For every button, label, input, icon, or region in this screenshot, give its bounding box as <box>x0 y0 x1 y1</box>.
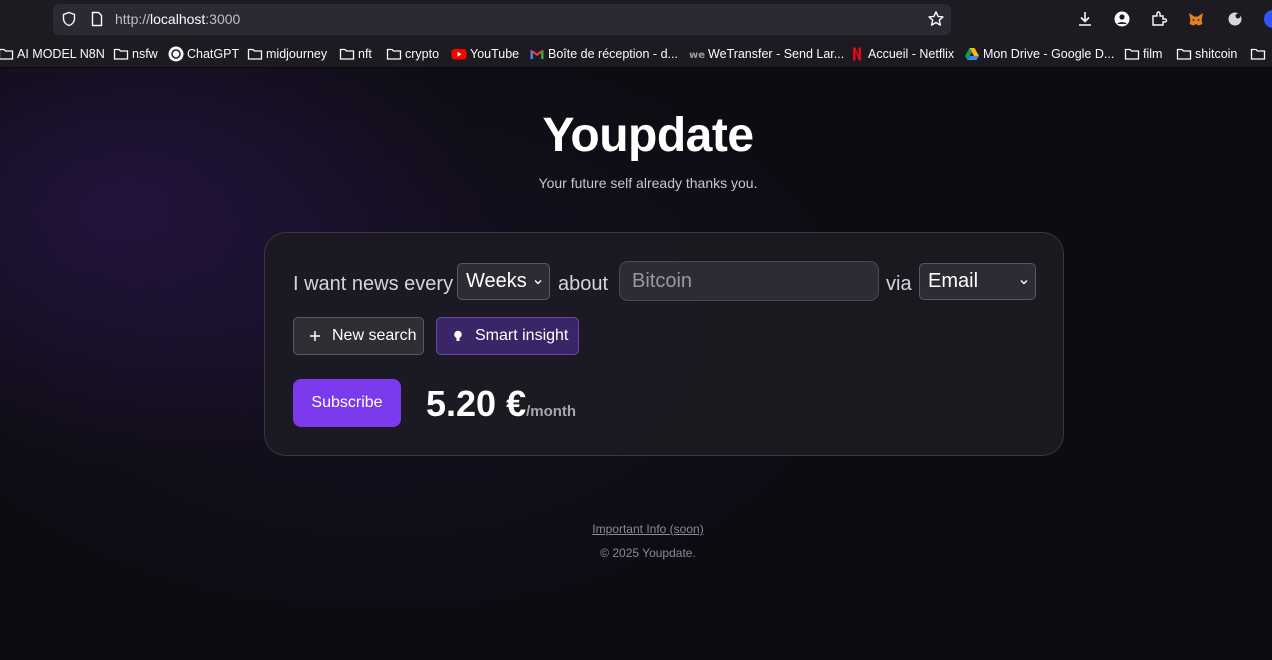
extensions-icon[interactable] <box>1150 10 1168 28</box>
about-label: about <box>558 273 609 295</box>
metamask-icon[interactable] <box>1187 10 1205 28</box>
shield-icon[interactable] <box>61 11 77 27</box>
subscription-card: I want news every Weeks about Bitcoin vi… <box>264 232 1064 456</box>
subscribe-button[interactable]: Subscribe <box>293 379 401 427</box>
youtube-icon <box>451 49 467 60</box>
url-port: :3000 <box>205 11 241 27</box>
bookmark-label: Accueil - Netflix <box>868 47 955 61</box>
folder-icon <box>247 48 263 60</box>
wetransfer-icon: we <box>689 50 705 61</box>
chatgpt-icon <box>168 46 184 62</box>
bookmark-label: Boîte de réception - d... <box>548 47 678 61</box>
netflix-icon <box>853 47 861 61</box>
bookmark-gmail[interactable]: Boîte de réception - d... <box>529 45 678 63</box>
bookmark-overflow[interactable] <box>1250 45 1269 63</box>
frequency-select[interactable]: Weeks <box>457 263 550 300</box>
bookmark-netflix[interactable]: Accueil - Netflix <box>849 45 954 63</box>
bookmark-ai-model-n8n[interactable]: AI MODEL N8N <box>0 45 105 63</box>
price-period: /month <box>526 403 577 420</box>
bookmark-label: nsfw <box>132 47 158 61</box>
bookmark-star-icon[interactable] <box>927 10 945 28</box>
bookmark-label: midjourney <box>266 47 328 61</box>
bookmark-label: shitcoin <box>1195 47 1238 61</box>
bookmark-midjourney[interactable]: midjourney <box>247 45 327 63</box>
subscribe-label: Subscribe <box>311 394 383 411</box>
browser-toolbar: http://localhost:3000 <box>0 0 1272 40</box>
extension-puzzle-icon[interactable] <box>1226 10 1244 28</box>
page-subtitle: Your future self already thanks you. <box>538 175 758 191</box>
channel-select[interactable]: Email <box>919 263 1036 300</box>
via-label: via <box>886 273 912 295</box>
folder-icon <box>113 48 129 60</box>
plus-icon <box>310 331 320 341</box>
bookmark-label: nft <box>358 47 372 61</box>
price-value: 5.20 € <box>426 383 527 424</box>
copyright-text: © 2025 Youpdate. <box>600 546 696 560</box>
chevron-down-icon <box>534 280 542 285</box>
bookmark-crypto[interactable]: crypto <box>386 45 439 63</box>
folder-icon <box>1250 48 1266 60</box>
topic-input[interactable]: Bitcoin <box>619 261 879 301</box>
bookmark-wetransfer[interactable]: we WeTransfer - Send Lar... <box>689 45 844 63</box>
account-icon[interactable] <box>1113 10 1131 28</box>
folder-icon <box>1176 48 1192 60</box>
topic-placeholder: Bitcoin <box>632 269 693 292</box>
important-info-link[interactable]: Important Info (soon) <box>0 522 1272 536</box>
svg-text:we: we <box>689 50 705 61</box>
url-host: localhost <box>150 11 206 27</box>
lightbulb-icon <box>454 330 462 341</box>
bookmark-label: Mon Drive - Google D... <box>983 47 1115 61</box>
bookmark-google-drive[interactable]: Mon Drive - Google D... <box>964 45 1114 63</box>
bookmark-nsfw[interactable]: nsfw <box>113 45 158 63</box>
price-display: 5.20 €/month <box>426 383 576 425</box>
bookmark-label: film <box>1143 47 1163 61</box>
bookmark-nft[interactable]: nft <box>339 45 372 63</box>
gmail-icon <box>530 50 544 59</box>
page-info-icon[interactable] <box>89 11 105 27</box>
new-search-button[interactable]: New search <box>293 317 424 355</box>
bookmarks-bar: AI MODEL N8N nsfw ChatGPT midjourney nft… <box>0 40 1272 68</box>
page-content: Youpdate Your future self already thanks… <box>0 68 1272 660</box>
prefix-label: I want news every <box>293 273 454 295</box>
folder-icon <box>0 48 14 60</box>
folder-icon <box>1124 48 1140 60</box>
bookmark-label: AI MODEL N8N <box>17 47 105 61</box>
channel-value: Email <box>928 270 979 292</box>
url-text[interactable]: http://localhost:3000 <box>115 11 240 27</box>
url-scheme: http:// <box>115 11 151 27</box>
chevron-down-icon <box>1020 280 1028 285</box>
bookmark-shitcoin[interactable]: shitcoin <box>1176 45 1237 63</box>
new-search-label: New search <box>332 327 417 344</box>
page-title: Youpdate <box>542 109 754 162</box>
smart-insight-button[interactable]: Smart insight <box>436 317 579 355</box>
smart-insight-label: Smart insight <box>475 327 569 344</box>
folder-icon <box>339 48 355 60</box>
profile-icon[interactable] <box>1264 10 1272 28</box>
bookmark-label: ChatGPT <box>187 47 240 61</box>
frequency-value: Weeks <box>466 270 527 292</box>
bookmark-youtube[interactable]: YouTube <box>451 45 519 63</box>
address-bar[interactable]: http://localhost:3000 <box>53 4 951 35</box>
bookmark-chatgpt[interactable]: ChatGPT <box>168 45 239 63</box>
folder-icon <box>386 48 402 60</box>
bookmark-label: crypto <box>405 47 440 61</box>
download-icon[interactable] <box>1076 10 1094 28</box>
google-drive-icon <box>965 48 979 60</box>
bookmark-label: WeTransfer - Send Lar... <box>708 47 845 61</box>
bookmark-label: YouTube <box>470 47 520 61</box>
bookmark-film[interactable]: film <box>1124 45 1162 63</box>
